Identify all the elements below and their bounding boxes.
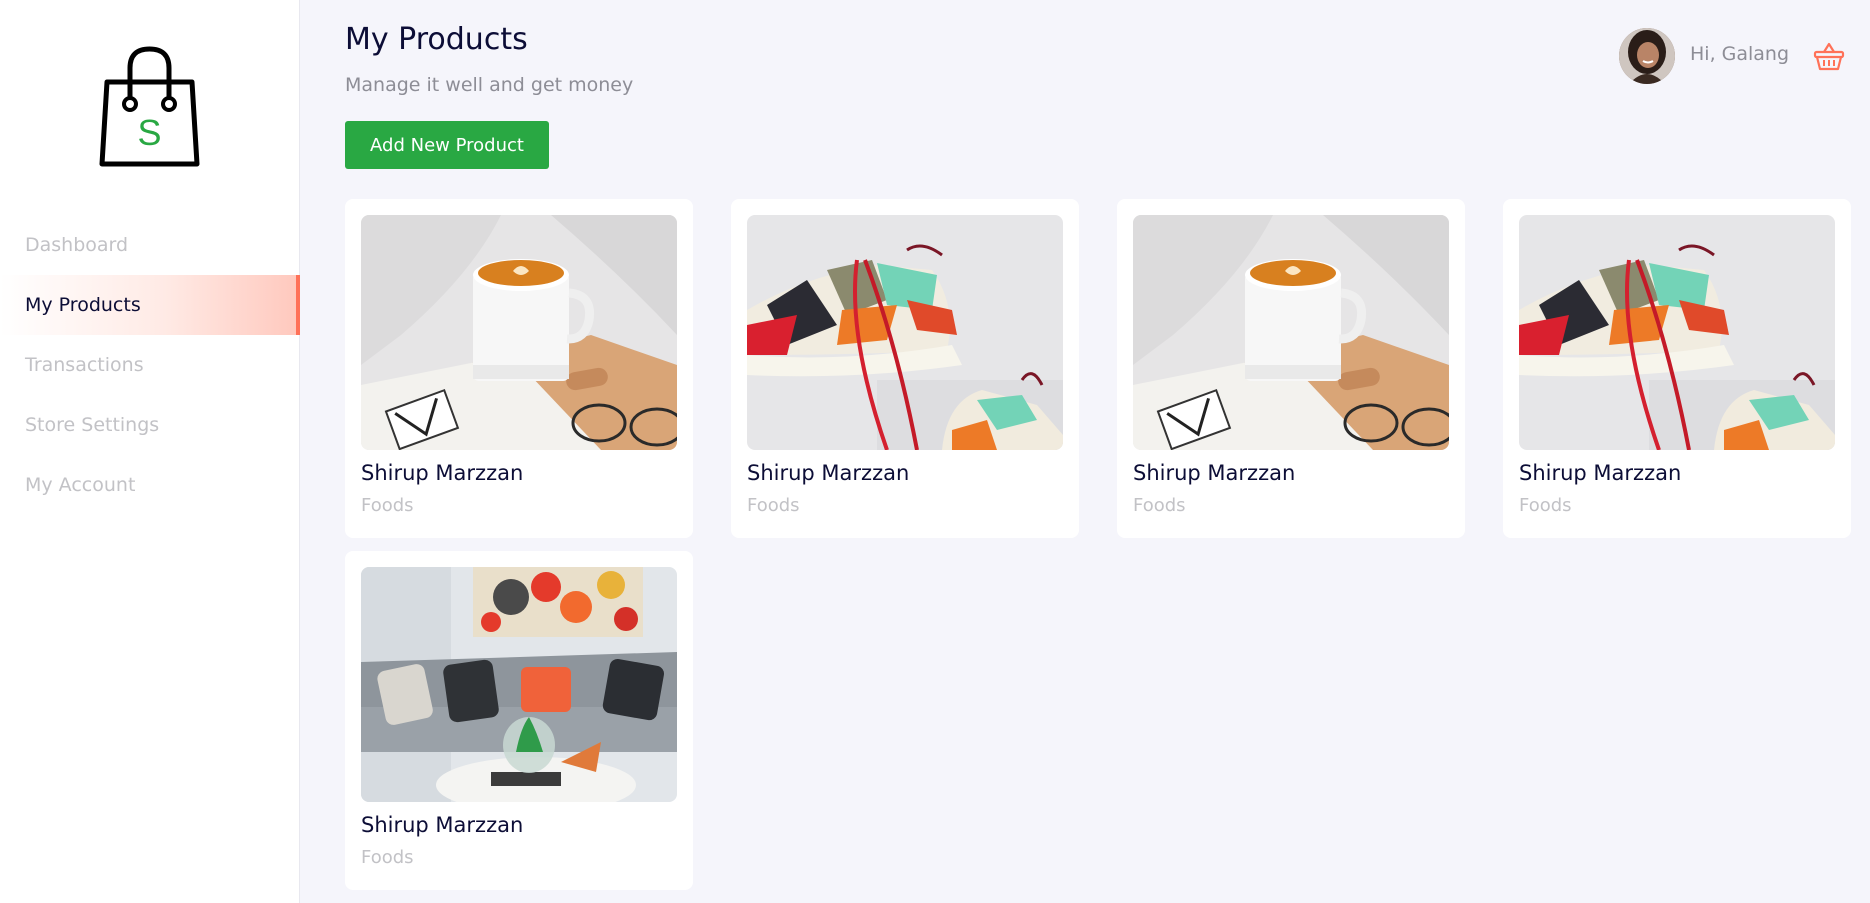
basket-icon[interactable] <box>1813 42 1845 72</box>
user-greeting: Hi, Galang <box>1690 43 1790 65</box>
product-card[interactable]: Shirup Marzzan Foods <box>731 199 1079 538</box>
add-new-product-button[interactable]: Add New Product <box>345 121 549 169</box>
product-card[interactable]: Shirup Marzzan Foods <box>1117 199 1465 538</box>
product-category: Foods <box>1519 495 1572 516</box>
product-name: Shirup Marzzan <box>361 461 524 485</box>
page-subtitle: Manage it well and get money <box>345 74 634 96</box>
user-menu[interactable]: Hi, Galang <box>1570 28 1870 86</box>
store-logo[interactable]: S <box>99 46 200 169</box>
product-card[interactable]: Shirup Marzzan Foods <box>345 551 693 890</box>
product-category: Foods <box>747 495 800 516</box>
product-card[interactable]: Shirup Marzzan Foods <box>345 199 693 538</box>
avatar[interactable] <box>1619 28 1675 84</box>
sidebar-item-dashboard[interactable]: Dashboard <box>0 215 300 275</box>
product-image-coffee <box>1133 215 1449 450</box>
product-image-sneakers <box>1519 215 1835 450</box>
logo-letter: S <box>137 112 161 153</box>
sidebar-item-my-account[interactable]: My Account <box>0 455 300 515</box>
sidebar-item-transactions[interactable]: Transactions <box>0 335 300 395</box>
product-name: Shirup Marzzan <box>1133 461 1296 485</box>
product-card[interactable]: Shirup Marzzan Foods <box>1503 199 1851 538</box>
page-title: My Products <box>345 22 528 57</box>
product-name: Shirup Marzzan <box>361 813 524 837</box>
product-category: Foods <box>361 495 414 516</box>
sidebar: S Dashboard My Products Transactions Sto… <box>0 0 300 903</box>
product-category: Foods <box>1133 495 1186 516</box>
product-image-coffee <box>361 215 677 450</box>
product-category: Foods <box>361 847 414 868</box>
sidebar-nav: Dashboard My Products Transactions Store… <box>0 215 300 515</box>
sidebar-item-my-products[interactable]: My Products <box>0 275 300 335</box>
sidebar-item-store-settings[interactable]: Store Settings <box>0 395 300 455</box>
product-image-living-room <box>361 567 677 802</box>
product-image-sneakers <box>747 215 1063 450</box>
product-name: Shirup Marzzan <box>1519 461 1682 485</box>
product-name: Shirup Marzzan <box>747 461 910 485</box>
